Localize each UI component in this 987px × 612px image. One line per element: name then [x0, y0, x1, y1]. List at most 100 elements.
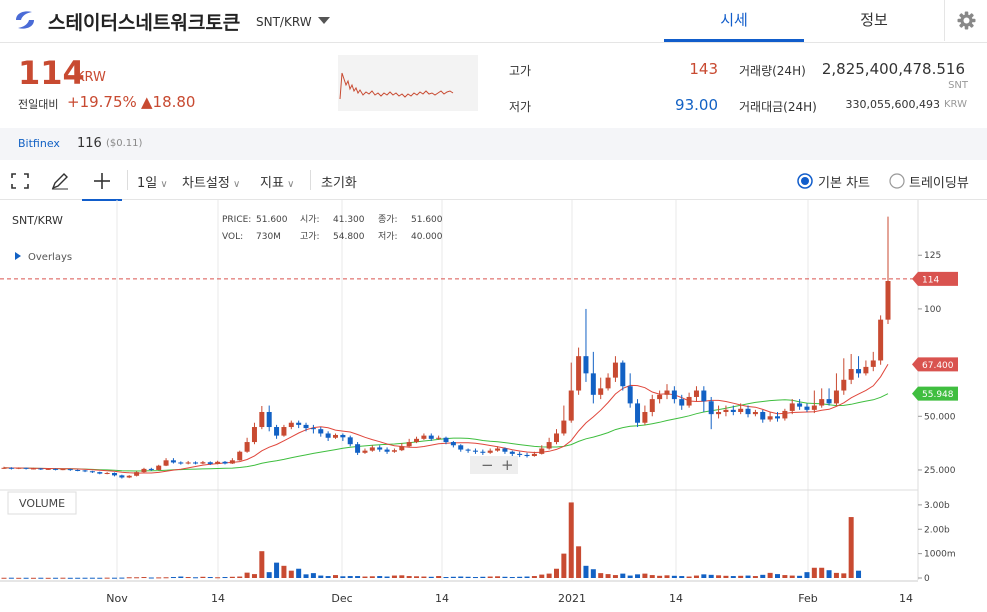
indicators-dropdown[interactable]: 지표 ∨ — [260, 172, 294, 191]
candle-body — [554, 433, 559, 443]
volume-bar — [178, 576, 184, 578]
volume-bar — [347, 576, 353, 578]
volume-bar — [163, 577, 169, 579]
volume-bar — [487, 576, 493, 578]
volume-bar — [775, 574, 780, 578]
zoom-in-button[interactable]: + — [501, 456, 514, 474]
volume-bar — [590, 569, 596, 578]
tab-info[interactable]: 정보 — [805, 0, 943, 41]
candle-body — [716, 411, 722, 415]
bitfinex-name[interactable]: Bitfinex — [18, 137, 60, 150]
zoom-out-button[interactable]: − — [481, 456, 494, 474]
volume-bar — [333, 575, 338, 578]
high-label: 고가 — [509, 64, 532, 78]
candle-body — [848, 369, 854, 380]
volume-bar — [148, 577, 154, 579]
volume-bar — [30, 577, 36, 579]
chevron-down-icon: ∨ — [157, 179, 168, 190]
candle-body — [141, 468, 147, 473]
volume-bar — [82, 577, 88, 579]
price-unit: KRW — [76, 70, 106, 85]
volume-bar — [495, 576, 501, 578]
volume-bar — [406, 576, 412, 578]
volume-bar — [642, 573, 648, 578]
toolbar-separator — [310, 170, 311, 190]
fullscreen-icon[interactable] — [11, 173, 29, 189]
volume-bar — [605, 574, 611, 578]
candle-body — [134, 472, 140, 476]
candle-body — [281, 427, 287, 436]
crosshair-tool[interactable] — [82, 162, 122, 201]
volume-bar — [60, 577, 66, 579]
volume-bar — [377, 576, 383, 578]
candle-body — [266, 411, 272, 428]
volume-bar — [97, 577, 103, 579]
basic-chart-label[interactable]: 기본 차트 — [818, 172, 870, 191]
overlays-label[interactable]: Overlays — [28, 252, 72, 263]
candle-body — [148, 468, 154, 470]
draw-pencil-icon[interactable] — [51, 172, 69, 190]
volume-bar — [266, 572, 272, 578]
legend-vol-label: VOL: — [222, 232, 243, 242]
chart-settings-dropdown[interactable]: 차트설정 ∨ — [182, 172, 240, 191]
market-pair[interactable]: SNT/KRW — [256, 15, 312, 29]
legend-close: 51.600 — [411, 215, 443, 225]
tradingview-label[interactable]: 트레이딩뷰 — [909, 172, 969, 191]
chart-symbol: SNT/KRW — [12, 214, 63, 227]
candle-body — [767, 416, 773, 420]
candle-body — [856, 369, 862, 374]
price-tag-label: 67.400 — [922, 361, 954, 371]
coin-name: 스테이터스네트워크토큰 — [48, 12, 241, 34]
reset-button[interactable]: 초기화 — [321, 172, 357, 191]
volume-bar — [708, 574, 714, 578]
volume-bar — [664, 575, 670, 578]
candle-body — [244, 442, 250, 452]
candle-body — [627, 386, 633, 404]
interval-dropdown[interactable]: 1일 ∨ — [137, 172, 168, 191]
basic-chart-radio[interactable] — [797, 173, 813, 189]
overlays-toggle-icon[interactable] — [15, 252, 21, 260]
settings-gear-icon[interactable] — [944, 0, 987, 41]
candle-body — [16, 467, 22, 469]
volume-bar — [193, 577, 199, 579]
volume-bar — [38, 577, 44, 579]
candle-body — [775, 416, 780, 419]
volume-bar — [679, 576, 685, 578]
volume-bar — [782, 575, 788, 578]
current-price: 114 — [18, 54, 85, 92]
volume-bar — [207, 577, 213, 579]
volume-bar — [296, 568, 302, 578]
x-tick-label: 14 — [435, 592, 449, 605]
candle-body — [863, 366, 869, 374]
volume-bar — [362, 576, 368, 578]
volume-bar — [509, 577, 515, 579]
price-chart[interactable]: 12510075.00050.00025.0003.00b2.00b1000m0… — [0, 200, 987, 612]
volume-bar — [576, 546, 582, 578]
candle-body — [671, 390, 677, 400]
axes: 12510075.00050.00025.0003.00b2.00b1000m0… — [0, 251, 956, 605]
candle-body — [355, 444, 361, 453]
candle-body — [1, 467, 7, 469]
volume-bar — [701, 574, 707, 578]
volume-bar — [67, 577, 73, 579]
candle-body — [251, 427, 257, 443]
candle-body — [347, 437, 353, 445]
market-dropdown-icon[interactable] — [318, 17, 330, 24]
candle-body — [156, 465, 162, 470]
tradingview-radio[interactable] — [889, 173, 905, 189]
volume-value: 2,825,400,478.516 — [821, 60, 965, 78]
candle-body — [325, 433, 331, 438]
candle-body — [399, 446, 405, 451]
candle-body — [104, 472, 110, 474]
crosshair-icon — [94, 173, 110, 189]
y-tick-label: 100 — [924, 305, 941, 315]
volume-bar — [340, 576, 346, 578]
volume-bar — [856, 570, 862, 578]
tab-price[interactable]: 시세 — [664, 0, 804, 42]
candle-body — [752, 411, 758, 415]
candle-body — [450, 442, 456, 446]
candle-body — [170, 460, 176, 463]
bitfinex-usd: ($0.11) — [106, 138, 143, 149]
volume-bar — [229, 576, 235, 578]
candle-body — [229, 460, 235, 464]
